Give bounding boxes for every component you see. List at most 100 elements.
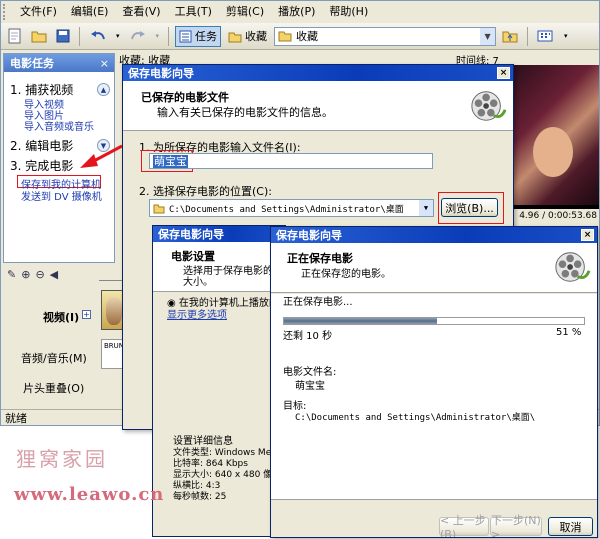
new-project-icon[interactable]	[5, 26, 25, 47]
menu-clip[interactable]: 剪辑(C)	[219, 2, 271, 22]
button-separator	[271, 499, 597, 500]
view-dropdown-icon[interactable]: ▾	[561, 26, 571, 47]
watermark-url: www.leawo.cn	[14, 484, 165, 505]
menu-play[interactable]: 播放(P)	[271, 2, 322, 22]
wizard-heading: 正在保存电影	[287, 252, 353, 265]
show-more-options-link[interactable]: 显示更多选项	[167, 306, 227, 321]
toolbar-separator	[527, 26, 529, 46]
close-icon[interactable]: ×	[100, 57, 109, 70]
send-to-dv-link[interactable]: 发送到 DV 摄像机	[21, 188, 102, 203]
task-section-label: 完成电影	[25, 159, 74, 173]
preview-time: 4.96 / 0:00:53.68	[519, 211, 597, 221]
wizard-title: 保存电影向导	[128, 67, 194, 80]
tasks-button[interactable]: 任务	[175, 25, 222, 47]
location-combo[interactable]: C:\Documents and Settings\Administrator\…	[149, 199, 434, 217]
wizard-subheading: 输入有关已保存的电影文件的信息。	[157, 106, 333, 119]
chevron-down-icon[interactable]: ▼	[480, 27, 496, 45]
movie-tasks-header: 电影任务 ×	[4, 54, 114, 72]
movie-settings-wizard: 保存电影向导 电影设置 选择用于保存电影的设置 大小。 ◉ 在我的计算机上播放的…	[152, 225, 286, 537]
wizard-heading: 已保存的电影文件	[141, 91, 229, 104]
time-remaining: 还剩 10 秒	[283, 331, 333, 342]
detail-line: 每秒帧数: 25	[173, 492, 227, 502]
target-value: C:\Documents and Settings\Administrator\…	[295, 413, 536, 423]
toolbar-separator	[168, 26, 170, 46]
view-options-icon[interactable]	[534, 26, 558, 47]
undo-icon[interactable]	[86, 26, 110, 47]
expand-icon[interactable]: +	[82, 310, 91, 319]
save-progress-bar	[283, 317, 585, 325]
menu-view[interactable]: 查看(V)	[115, 2, 167, 22]
tasks-icon	[179, 30, 192, 42]
filename-input[interactable]: 萌宝宝	[149, 153, 433, 169]
close-icon[interactable]: ×	[581, 229, 594, 241]
collection-combo-value: 收藏	[296, 30, 319, 43]
collections-label: 收藏	[245, 30, 268, 43]
wizard-titlebar: 保存电影向导	[153, 226, 285, 242]
task-section-number: 1.	[10, 82, 22, 97]
preview-face	[533, 127, 573, 177]
collections-icon	[228, 32, 242, 42]
wizard-title: 保存电影向导	[158, 228, 224, 241]
open-folder-icon[interactable]	[28, 26, 50, 47]
collections-button[interactable]: 收藏	[224, 26, 271, 47]
up-level-icon[interactable]	[499, 26, 521, 47]
close-icon[interactable]: ×	[497, 67, 510, 79]
save-icon[interactable]	[53, 26, 73, 47]
menu-tools[interactable]: 工具(T)	[168, 2, 219, 22]
undo-dropdown-icon[interactable]: ▾	[113, 26, 123, 47]
video-track-label: 视频(I)	[43, 311, 80, 324]
saving-status: 正在保存电影...	[283, 297, 353, 308]
saving-progress-wizard: 保存电影向导 × 正在保存电影 正在保存您的电影。 正在保存电影... 还剩 1…	[270, 226, 598, 538]
toolbar-separator	[79, 26, 80, 46]
import-audio-link[interactable]: 导入音频或音乐	[24, 118, 94, 133]
cancel-button[interactable]: 取消	[548, 517, 593, 536]
timeline-settings-icon[interactable]: ✎	[7, 268, 16, 281]
video-preview	[511, 65, 599, 209]
menu-file[interactable]: 文件(F)	[13, 2, 64, 22]
wizard-title: 保存电影向导	[276, 229, 342, 242]
zoom-out-icon[interactable]: ⊖	[35, 268, 44, 281]
task-section-number: 2.	[10, 138, 22, 153]
audio-track-label: 音频/音乐(M)	[21, 352, 87, 365]
wizard-titlebar: 保存电影向导 ×	[271, 227, 597, 243]
progress-fill	[284, 318, 437, 324]
chevron-up-icon[interactable]: ▲	[97, 83, 110, 96]
redo-icon[interactable]	[126, 26, 150, 47]
zoom-in-icon[interactable]: ⊕	[21, 268, 30, 281]
menu-edit[interactable]: 编辑(E)	[64, 2, 116, 22]
menu-help[interactable]: 帮助(H)	[322, 2, 375, 22]
task-section-label: 编辑电影	[25, 139, 74, 153]
wizard-subheading: 正在保存您的电影。	[301, 269, 391, 280]
tasks-label: 任务	[195, 30, 218, 43]
menubar-grip	[3, 4, 9, 20]
menubar: 文件(F) 编辑(E) 查看(V) 工具(T) 剪辑(C) 播放(P) 帮助(H…	[1, 1, 599, 23]
browse-button[interactable]: 浏览(B)...	[441, 198, 498, 217]
title-overlay-track-label: 片头重叠(O)	[23, 382, 85, 395]
toolbar: ▾ ▾ 任务 收藏 收藏 ▼ ▾	[1, 23, 599, 50]
folder-icon	[278, 31, 292, 42]
redo-dropdown-icon[interactable]: ▾	[153, 26, 163, 47]
progress-percent: 51 %	[556, 327, 582, 338]
next-button[interactable]: 下一步(N) >	[490, 514, 542, 537]
film-reel-icon	[555, 252, 591, 282]
location-value: C:\Documents and Settings\Administrator\…	[169, 204, 404, 215]
rewind-icon[interactable]: ◀	[50, 268, 58, 281]
back-button[interactable]: < 上一步(B)	[439, 514, 489, 537]
location-label: 2. 选择保存电影的位置(C):	[139, 185, 272, 198]
task-section-number: 3.	[10, 158, 22, 173]
watermark-text: 狸窝家园	[16, 447, 108, 471]
wizard-header: 正在保存电影 正在保存您的电影。	[271, 243, 597, 293]
movie-tasks-title: 电影任务	[10, 57, 54, 70]
red-pointer-arrow	[80, 144, 123, 168]
filename-value: 萌宝宝	[153, 155, 188, 168]
film-reel-icon	[471, 91, 507, 121]
movie-filename-label: 电影文件名:	[283, 367, 337, 378]
chevron-down-icon[interactable]: ▼	[419, 200, 433, 216]
wizard-header: 已保存的电影文件 输入有关已保存的电影文件的信息。	[123, 81, 513, 131]
movie-filename-value: 萌宝宝	[295, 381, 325, 392]
collection-combo[interactable]: 收藏 ▼	[274, 26, 497, 46]
folder-icon	[153, 204, 165, 213]
wizard-header: 电影设置 选择用于保存电影的设置 大小。	[153, 242, 285, 292]
wizard-titlebar: 保存电影向导 ×	[123, 65, 513, 81]
wizard-subheading: 大小。	[183, 277, 213, 288]
